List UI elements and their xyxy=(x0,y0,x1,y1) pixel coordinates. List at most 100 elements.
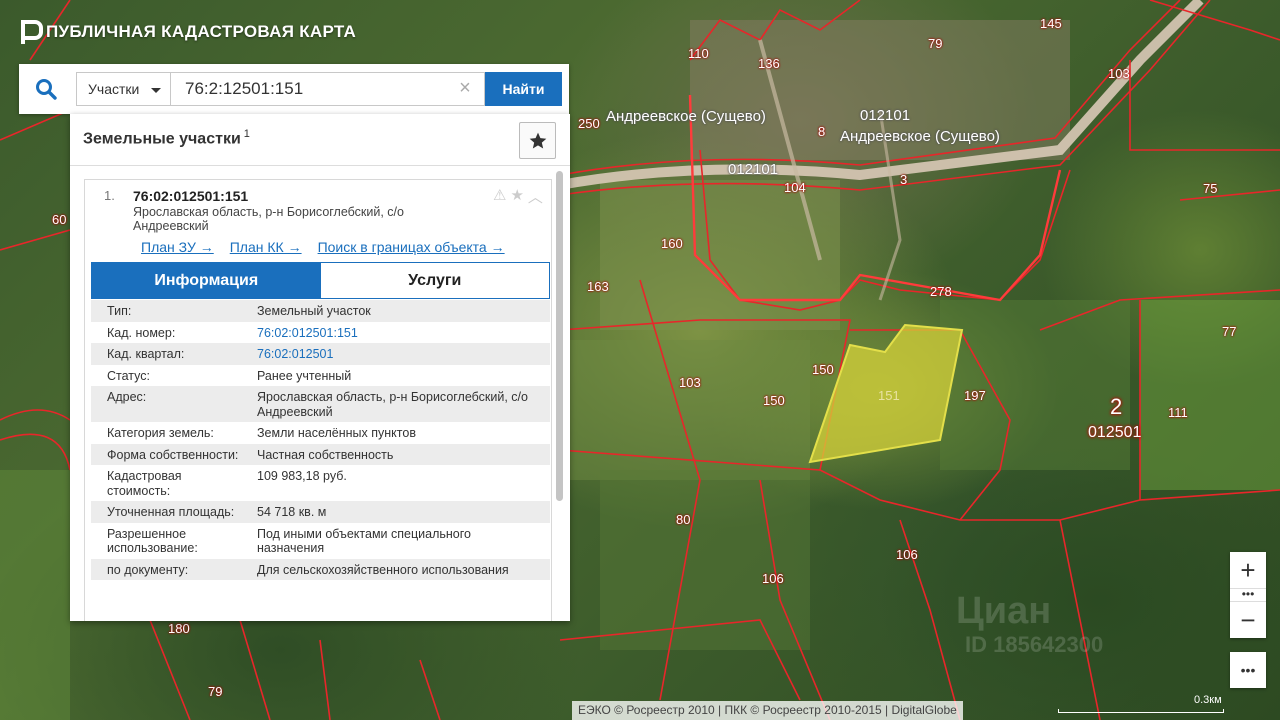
plot-number[interactable]: 80 xyxy=(676,512,690,527)
info-value: Ранее учтенный xyxy=(257,368,352,383)
chevron-down-icon xyxy=(151,88,161,93)
info-label: Кадастровая стоимость: xyxy=(107,469,182,498)
find-button[interactable]: Найти xyxy=(485,72,562,106)
plot-number[interactable]: 145 xyxy=(1040,16,1062,31)
zoom-controls: + ••• − xyxy=(1230,552,1266,638)
star-icon xyxy=(529,132,546,148)
search-bar: Участки × Найти xyxy=(19,64,569,114)
map-attribution: ЕЭКО © Росреестр 2010 | ПКК © Росреестр … xyxy=(572,701,963,720)
plot-number[interactable]: 110 xyxy=(688,46,709,61)
plot-number[interactable]: 103 xyxy=(1108,66,1130,81)
cadastral-number-link[interactable]: 76:02:012501:151 xyxy=(241,326,541,341)
panel-title-text: Земельные участки xyxy=(83,130,241,148)
zoom-out-button[interactable]: − xyxy=(1230,602,1266,638)
plot-number[interactable]: 197 xyxy=(964,388,986,403)
village-label: Андреевское (Сущево) xyxy=(606,108,766,125)
plot-number[interactable]: 150 xyxy=(763,393,785,408)
result-address: Ярославская область, р-н Борисоглебский,… xyxy=(133,205,404,233)
info-label: Разрешенное использование: xyxy=(107,526,198,556)
plot-number[interactable]: 60 xyxy=(52,212,66,227)
cadastral-quarter-link[interactable]: 76:02:012501 xyxy=(241,347,541,362)
search-type-select[interactable]: Участки xyxy=(76,72,171,106)
app-title: ПУБЛИЧНАЯ КАДАСТРОВАЯ КАРТА xyxy=(46,22,357,41)
plot-number[interactable]: 79 xyxy=(928,36,942,51)
info-value: 109 983,18 руб. xyxy=(257,469,347,483)
info-row: Кадастровая стоимость: 109 983,18 руб. xyxy=(91,465,550,501)
chevron-up-icon[interactable]: ︿ xyxy=(528,186,543,207)
info-label: Статус: xyxy=(107,368,150,383)
info-row: Адрес: Ярославская область, р-н Борисогле… xyxy=(91,386,550,422)
results-panel: Земельные участки 1 1. 76:02:012501:151 Я… xyxy=(70,114,570,621)
info-value: 54 718 кв. м xyxy=(257,505,327,519)
search-in-bounds-link[interactable]: Поиск в границах объекта → xyxy=(318,239,505,255)
cadastral-quarter-code: 012501 xyxy=(1088,424,1142,441)
info-value: Земельный участок xyxy=(257,304,371,318)
plot-number[interactable]: 103 xyxy=(679,375,701,390)
scale-line xyxy=(1058,709,1224,713)
info-value: Земли населённых пунктов xyxy=(257,426,416,440)
result-cadastral-number[interactable]: 76:02:012501:151 xyxy=(133,188,248,204)
tab-information[interactable]: Информация xyxy=(92,263,321,298)
cadastral-quarter-number: 2 xyxy=(1110,394,1123,419)
search-input[interactable] xyxy=(171,72,485,106)
info-row: Кад. номер: 76:02:012501:151 xyxy=(91,322,550,344)
selected-plot-number[interactable]: 151 xyxy=(878,388,900,403)
zoom-in-button[interactable]: + xyxy=(1230,552,1266,588)
village-label: Андреевское (Сущево) xyxy=(840,128,1000,145)
app-header: ПУБЛИЧНАЯ КАДАСТРОВАЯ КАРТА xyxy=(20,20,356,44)
result-card[interactable]: 1. 76:02:012501:151 Ярославская область,… xyxy=(84,179,552,621)
plot-number[interactable]: 104 xyxy=(784,180,806,195)
clear-icon[interactable]: × xyxy=(455,77,475,99)
favorite-button[interactable] xyxy=(519,122,556,159)
info-row: Категория земель: Земли населённых пункто… xyxy=(91,422,550,444)
plot-number[interactable]: 106 xyxy=(762,571,784,586)
plot-number[interactable]: 150 xyxy=(812,362,834,377)
plot-number[interactable]: 79 xyxy=(208,684,222,699)
info-label: Адрес: xyxy=(107,390,147,404)
scrollbar[interactable] xyxy=(556,171,563,501)
plot-number[interactable]: 250 xyxy=(578,116,600,131)
plot-number[interactable]: 77 xyxy=(1222,324,1236,339)
more-options-button[interactable]: ••• xyxy=(1230,652,1266,688)
plot-number[interactable]: 3 xyxy=(900,172,907,187)
info-row: Форма собственности: Частная собственност… xyxy=(91,443,550,465)
plot-number[interactable]: 278 xyxy=(930,284,952,299)
result-index: 1. xyxy=(104,188,115,203)
info-value: Ярославская область, р-н Борисоглебский,… xyxy=(257,390,528,419)
info-label: Кад. квартал: xyxy=(107,347,185,361)
info-label: Уточненная площадь: xyxy=(107,505,235,519)
plot-number[interactable]: 180 xyxy=(168,621,190,636)
warning-icon[interactable]: ⚠ xyxy=(493,186,506,207)
plot-number[interactable]: 111 xyxy=(1168,405,1188,420)
plot-number[interactable]: 160 xyxy=(661,236,683,251)
info-row: Тип: Земельный участок xyxy=(91,300,550,322)
plot-number[interactable]: 75 xyxy=(1203,181,1217,196)
info-row: Уточненная площадь: 54 718 кв. м xyxy=(91,501,550,523)
quarter-code-label: 012101 xyxy=(860,107,911,124)
plot-number[interactable]: 106 xyxy=(896,547,918,562)
search-icon[interactable] xyxy=(35,78,57,100)
plot-number[interactable]: 8 xyxy=(818,124,825,139)
rosreestr-logo-icon xyxy=(20,20,43,44)
info-value: Для сельскохозяйственного использования xyxy=(257,562,509,577)
scale-bar: 0.3км xyxy=(1058,694,1226,717)
zoom-level-handle[interactable]: ••• xyxy=(1230,588,1266,602)
info-value: Под иными объектами специального назначе… xyxy=(257,526,471,556)
plot-number[interactable]: 163 xyxy=(587,279,609,294)
info-row: Кад. квартал: 76:02:012501 xyxy=(91,343,550,365)
watermark-id: ID 185642300 xyxy=(965,632,1104,657)
info-value: Частная собственность xyxy=(257,447,394,462)
tab-services[interactable]: Услуги xyxy=(320,263,549,298)
info-row: Разрешенное использование: Под иными объе… xyxy=(91,523,550,559)
results-scroll-area[interactable]: 1. 76:02:012501:151 Ярославская область,… xyxy=(70,167,570,621)
plan-zu-link[interactable]: План ЗУ → xyxy=(141,239,214,255)
info-row: по документу: Для сельскохозяйственного и… xyxy=(91,558,550,580)
star-icon[interactable]: ★ xyxy=(510,186,523,207)
result-tools: ⚠ ★ ︿ xyxy=(493,186,543,207)
plot-number[interactable]: 136 xyxy=(758,56,780,71)
info-label: Форма собственности: xyxy=(107,447,239,462)
info-label: Тип: xyxy=(107,304,132,318)
search-type-label: Участки xyxy=(88,81,140,97)
plan-kk-link[interactable]: План КК → xyxy=(230,239,302,255)
info-table: Тип: Земельный участок Кад. номер: 76:02:0… xyxy=(91,300,550,580)
